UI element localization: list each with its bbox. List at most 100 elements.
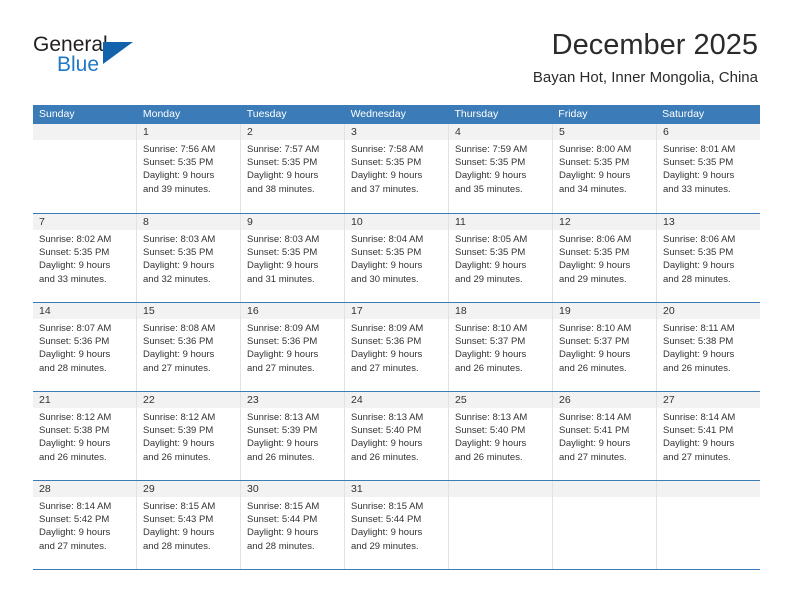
sunset-text: Sunset: 5:43 PM	[143, 514, 214, 526]
day-number: 30	[241, 481, 344, 497]
daylight-text-line1: Daylight: 9 hours	[455, 260, 527, 272]
calendar-day-cell[interactable]: 25 Sunrise: 8:13 AM Sunset: 5:40 PM Dayligh…	[448, 392, 552, 480]
sunset-text: Sunset: 5:42 PM	[39, 514, 110, 526]
sunrise-text: Sunrise: 8:09 AM	[351, 323, 424, 334]
sunset-text: Sunset: 5:36 PM	[351, 336, 422, 348]
daylight-text-line2: and 29 minutes.	[559, 273, 627, 285]
weekday-header-row: Sunday Monday Tuesday Wednesday Thursday…	[33, 105, 760, 124]
sunrise-text: Sunrise: 7:56 AM	[143, 144, 216, 155]
sunset-text: Sunset: 5:35 PM	[559, 247, 630, 259]
sunrise-text: Sunrise: 8:14 AM	[663, 412, 736, 423]
sunset-text: Sunset: 5:35 PM	[143, 247, 214, 259]
calendar-day-cell[interactable]: 19 Sunrise: 8:10 AM Sunset: 5:37 PM Dayligh…	[552, 303, 656, 391]
weekday-header-wednesday: Wednesday	[350, 108, 406, 120]
calendar-day-cell[interactable]: 24 Sunrise: 8:13 AM Sunset: 5:40 PM Dayligh…	[344, 392, 448, 480]
weekday-header-tuesday: Tuesday	[246, 108, 287, 120]
daylight-text-line1: Daylight: 9 hours	[351, 438, 423, 450]
calendar-day-cell[interactable]: 22 Sunrise: 8:12 AM Sunset: 5:39 PM Dayligh…	[136, 392, 240, 480]
day-number: 18	[449, 303, 552, 319]
daylight-text-line2: and 28 minutes.	[663, 273, 731, 285]
general-blue-logo[interactable]: General Blue	[33, 34, 143, 80]
daylight-text-line1: Daylight: 9 hours	[143, 438, 215, 450]
sunset-text: Sunset: 5:41 PM	[559, 425, 630, 437]
day-details: Sunrise: 7:57 AM Sunset: 5:35 PM Daylight:…	[241, 140, 344, 196]
sunset-text: Sunset: 5:40 PM	[351, 425, 422, 437]
day-details: Sunrise: 8:14 AM Sunset: 5:42 PM Daylight:…	[33, 497, 136, 553]
sunset-text: Sunset: 5:44 PM	[351, 514, 422, 526]
sunrise-text: Sunrise: 8:10 AM	[455, 323, 528, 334]
calendar-day-cell[interactable]: 8 Sunrise: 8:03 AM Sunset: 5:35 PM Daylight…	[136, 214, 240, 302]
day-details: Sunrise: 7:56 AM Sunset: 5:35 PM Daylight:…	[137, 140, 240, 196]
day-number: 8	[137, 214, 240, 230]
sunrise-text: Sunrise: 8:09 AM	[247, 323, 320, 334]
calendar-day-cell[interactable]: 18 Sunrise: 8:10 AM Sunset: 5:37 PM Dayligh…	[448, 303, 552, 391]
day-details: Sunrise: 8:13 AM Sunset: 5:40 PM Daylight:…	[345, 408, 448, 464]
daylight-text-line2: and 29 minutes.	[351, 540, 419, 552]
sunset-text: Sunset: 5:39 PM	[247, 425, 318, 437]
calendar-day-cell[interactable]: 1 Sunrise: 7:56 AM Sunset: 5:35 PM Daylight…	[136, 124, 240, 213]
day-details: Sunrise: 8:07 AM Sunset: 5:36 PM Daylight:…	[33, 319, 136, 375]
day-details: Sunrise: 8:10 AM Sunset: 5:37 PM Daylight:…	[553, 319, 656, 375]
day-number	[33, 124, 136, 140]
sunset-text: Sunset: 5:38 PM	[39, 425, 110, 437]
daylight-text-line1: Daylight: 9 hours	[663, 349, 735, 361]
calendar-day-cell[interactable]: 31 Sunrise: 8:15 AM Sunset: 5:44 PM Dayligh…	[344, 481, 448, 569]
daylight-text-line1: Daylight: 9 hours	[351, 527, 423, 539]
calendar-day-cell[interactable]: 14 Sunrise: 8:07 AM Sunset: 5:36 PM Dayligh…	[33, 303, 136, 391]
calendar-day-cell[interactable]: 4 Sunrise: 7:59 AM Sunset: 5:35 PM Daylight…	[448, 124, 552, 213]
sunset-text: Sunset: 5:35 PM	[559, 157, 630, 169]
calendar-day-cell[interactable]: 27 Sunrise: 8:14 AM Sunset: 5:41 PM Dayligh…	[656, 392, 760, 480]
calendar-day-cell[interactable]: 15 Sunrise: 8:08 AM Sunset: 5:36 PM Dayligh…	[136, 303, 240, 391]
calendar-day-cell[interactable]: 5 Sunrise: 8:00 AM Sunset: 5:35 PM Daylight…	[552, 124, 656, 213]
weekday-header-sunday: Sunday	[39, 108, 75, 120]
calendar-day-cell[interactable]: 30 Sunrise: 8:15 AM Sunset: 5:44 PM Dayligh…	[240, 481, 344, 569]
calendar-day-cell[interactable]: 12 Sunrise: 8:06 AM Sunset: 5:35 PM Dayligh…	[552, 214, 656, 302]
sunrise-text: Sunrise: 8:14 AM	[39, 501, 112, 512]
calendar-day-cell[interactable]: 20 Sunrise: 8:11 AM Sunset: 5:38 PM Dayligh…	[656, 303, 760, 391]
day-number: 14	[33, 303, 136, 319]
day-number: 9	[241, 214, 344, 230]
day-details: Sunrise: 8:10 AM Sunset: 5:37 PM Daylight:…	[449, 319, 552, 375]
calendar-day-cell[interactable]: 9 Sunrise: 8:03 AM Sunset: 5:35 PM Daylight…	[240, 214, 344, 302]
sunset-text: Sunset: 5:44 PM	[247, 514, 318, 526]
sunset-text: Sunset: 5:35 PM	[455, 247, 526, 259]
sunrise-text: Sunrise: 8:11 AM	[663, 323, 735, 334]
calendar-day-cell[interactable]: 11 Sunrise: 8:05 AM Sunset: 5:35 PM Dayligh…	[448, 214, 552, 302]
daylight-text-line1: Daylight: 9 hours	[351, 349, 423, 361]
title-block: December 2025 Bayan Hot, Inner Mongolia,…	[533, 28, 758, 88]
day-details: Sunrise: 8:06 AM Sunset: 5:35 PM Daylight:…	[657, 230, 760, 286]
day-number: 29	[137, 481, 240, 497]
sunset-text: Sunset: 5:40 PM	[455, 425, 526, 437]
calendar-day-cell[interactable]: 28 Sunrise: 8:14 AM Sunset: 5:42 PM Dayligh…	[33, 481, 136, 569]
day-number: 3	[345, 124, 448, 140]
sunrise-text: Sunrise: 7:58 AM	[351, 144, 424, 155]
weekday-header-friday: Friday	[558, 108, 588, 120]
calendar-day-cell[interactable]: 21 Sunrise: 8:12 AM Sunset: 5:38 PM Dayligh…	[33, 392, 136, 480]
calendar-day-cell[interactable]: 23 Sunrise: 8:13 AM Sunset: 5:39 PM Dayligh…	[240, 392, 344, 480]
calendar-day-cell[interactable]: 29 Sunrise: 8:15 AM Sunset: 5:43 PM Dayligh…	[136, 481, 240, 569]
day-number: 23	[241, 392, 344, 408]
calendar-day-cell[interactable]: 17 Sunrise: 8:09 AM Sunset: 5:36 PM Dayligh…	[344, 303, 448, 391]
day-number: 13	[657, 214, 760, 230]
sunrise-text: Sunrise: 8:06 AM	[559, 234, 632, 245]
calendar-day-cell[interactable]: 3 Sunrise: 7:58 AM Sunset: 5:35 PM Daylight…	[344, 124, 448, 213]
calendar-day-cell[interactable]: 6 Sunrise: 8:01 AM Sunset: 5:35 PM Daylight…	[656, 124, 760, 213]
calendar-day-cell[interactable]: 2 Sunrise: 7:57 AM Sunset: 5:35 PM Daylight…	[240, 124, 344, 213]
day-details: Sunrise: 8:09 AM Sunset: 5:36 PM Daylight:…	[241, 319, 344, 375]
sunrise-text: Sunrise: 7:59 AM	[455, 144, 528, 155]
day-number: 28	[33, 481, 136, 497]
calendar-day-cell[interactable]: 13 Sunrise: 8:06 AM Sunset: 5:35 PM Dayligh…	[656, 214, 760, 302]
daylight-text-line1: Daylight: 9 hours	[351, 260, 423, 272]
sunrise-text: Sunrise: 8:15 AM	[143, 501, 216, 512]
calendar-day-cell[interactable]: 16 Sunrise: 8:09 AM Sunset: 5:36 PM Dayligh…	[240, 303, 344, 391]
page-header: General Blue December 2025 Bayan Hot, In…	[0, 0, 792, 100]
calendar-week-row: 1 Sunrise: 7:56 AM Sunset: 5:35 PM Daylight…	[33, 124, 760, 213]
calendar-page: General Blue December 2025 Bayan Hot, In…	[0, 0, 792, 612]
sunset-text: Sunset: 5:36 PM	[247, 336, 318, 348]
calendar-day-cell[interactable]: 26 Sunrise: 8:14 AM Sunset: 5:41 PM Dayligh…	[552, 392, 656, 480]
calendar-day-cell[interactable]: 10 Sunrise: 8:04 AM Sunset: 5:35 PM Dayligh…	[344, 214, 448, 302]
daylight-text-line1: Daylight: 9 hours	[39, 527, 111, 539]
sunset-text: Sunset: 5:36 PM	[39, 336, 110, 348]
calendar-day-cell[interactable]: 7 Sunrise: 8:02 AM Sunset: 5:35 PM Daylight…	[33, 214, 136, 302]
day-number: 27	[657, 392, 760, 408]
